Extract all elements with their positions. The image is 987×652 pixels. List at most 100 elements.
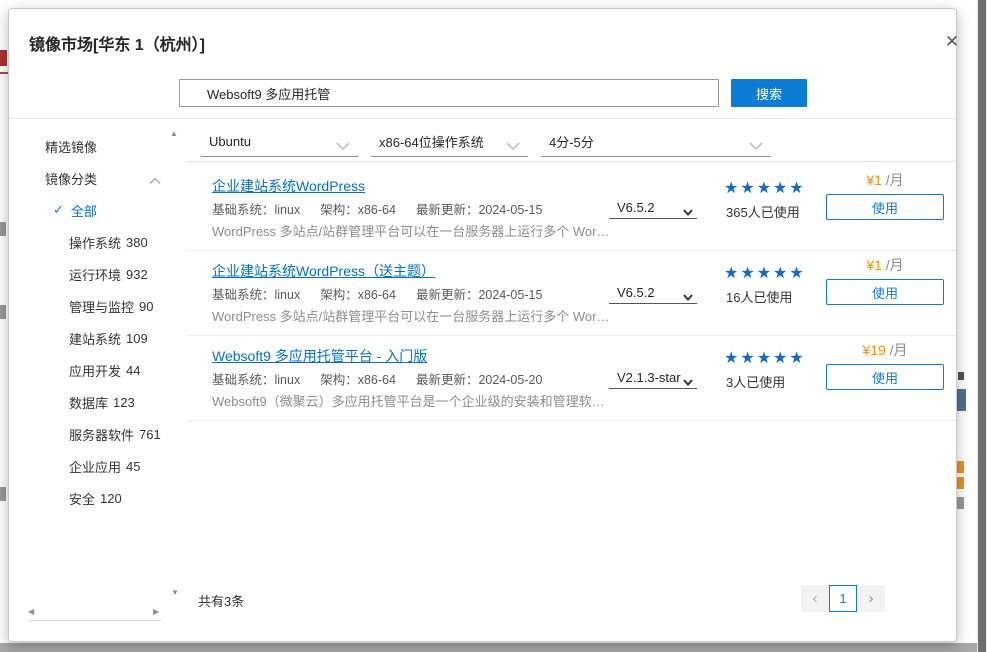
category-count: 44 xyxy=(126,363,140,378)
users-count: 16人已使用 xyxy=(726,287,792,306)
version-value: V6.5.2 xyxy=(617,285,655,300)
arch-filter-value: x86-64位操作系统 xyxy=(379,132,484,151)
price-amount: ¥1 xyxy=(866,172,882,188)
result-title-link[interactable]: 企业建站系统WordPress xyxy=(212,176,365,196)
category-label: 服务器软件 xyxy=(69,425,134,444)
scroll-up-icon[interactable]: ▲ xyxy=(170,130,178,138)
total-count-label: 共有3条 xyxy=(198,591,244,610)
sidebar-all-label: 全部 xyxy=(71,201,97,220)
category-count: 45 xyxy=(126,459,140,474)
chevron-down-icon xyxy=(683,289,693,304)
chevron-up-icon xyxy=(149,173,161,188)
background-page-fragment xyxy=(957,497,964,509)
category-label: 运行环境 xyxy=(69,265,121,284)
search-button[interactable]: 搜索 xyxy=(731,79,807,107)
category-label: 企业应用 xyxy=(69,457,121,476)
arch-filter-select[interactable]: x86-64位操作系统 xyxy=(371,126,528,157)
background-page-fragment xyxy=(0,305,6,319)
result-meta: 基础系统：linux架构：x86-64最新更新：2024-05-15 xyxy=(212,284,562,303)
users-count: 365人已使用 xyxy=(726,202,800,221)
meta-updated: 最新更新：2024-05-20 xyxy=(416,373,542,387)
close-icon[interactable]: ✕ xyxy=(941,31,963,53)
header-divider xyxy=(9,118,956,119)
sidebar-item-os[interactable]: 操作系统 380 xyxy=(29,226,167,258)
version-value: V6.5.2 xyxy=(617,200,655,215)
meta-architecture: 架构：x86-64 xyxy=(320,203,396,217)
use-button[interactable]: 使用 xyxy=(826,364,944,390)
sidebar-item-featured[interactable]: 精选镜像 xyxy=(29,130,167,162)
chevron-down-icon xyxy=(749,138,763,153)
background-page-fragment xyxy=(0,487,6,501)
prev-page-icon[interactable]: ‹ xyxy=(801,585,829,612)
next-page-icon[interactable]: › xyxy=(857,585,885,612)
result-description: WordPress 多站点/站群管理平台可以在一台服务器上运行多个 Wor… xyxy=(212,221,609,240)
meta-base-system: 基础系统：linux xyxy=(212,288,300,302)
search-input[interactable] xyxy=(179,79,719,107)
category-count: 109 xyxy=(126,331,148,346)
os-filter-select[interactable]: Ubuntu xyxy=(201,126,358,157)
chevron-down-icon xyxy=(683,374,693,389)
page-bottom-edge xyxy=(0,643,987,652)
version-select[interactable]: V6.5.2 xyxy=(609,196,697,219)
background-page-fragment xyxy=(957,389,966,411)
sidebar-item-appdev[interactable]: 应用开发 44 xyxy=(29,354,167,386)
scroll-down-icon[interactable]: ▼ xyxy=(171,589,179,597)
rating-filter-value: 4分-5分 xyxy=(549,132,594,151)
use-button[interactable]: 使用 xyxy=(826,279,944,305)
version-select[interactable]: V2.1.3-star xyxy=(609,366,697,389)
chevron-down-icon xyxy=(683,204,693,219)
sidebar-item-category-group[interactable]: 镜像分类 xyxy=(29,162,167,194)
category-label: 应用开发 xyxy=(69,361,121,380)
sidebar-item-all[interactable]: ✓ 全部 xyxy=(29,194,167,226)
sidebar-item-security[interactable]: 安全 120 xyxy=(29,482,167,514)
os-filter-value: Ubuntu xyxy=(209,134,251,149)
result-description: WordPress 多站点/站群管理平台可以在一台服务器上运行多个 Wor… xyxy=(212,306,609,325)
result-meta: 基础系统：linux 架构：x86-64 最新更新：2024-05-15 xyxy=(212,199,562,218)
category-count: 380 xyxy=(126,235,148,250)
background-page-fragment xyxy=(0,50,7,66)
background-page-fragment xyxy=(958,372,964,380)
result-description: Websoft9（微聚云）多应用托管平台是一个企业级的安装和管理软… xyxy=(212,391,605,410)
scroll-left-icon[interactable]: ◀ xyxy=(28,608,34,616)
browser-scrollbar-thumb[interactable] xyxy=(978,0,986,652)
current-page-button[interactable]: 1 xyxy=(829,585,857,612)
sidebar-item-server-software[interactable]: 服务器软件 761 xyxy=(29,418,167,450)
scroll-right-icon[interactable]: ▶ xyxy=(153,608,159,616)
meta-base-system: 基础系统：linux xyxy=(212,203,300,217)
sidebar-item-enterprise[interactable]: 企业应用 45 xyxy=(29,450,167,482)
price-amount: ¥19 xyxy=(862,342,885,358)
chevron-down-icon xyxy=(336,138,350,153)
category-count: 90 xyxy=(139,299,153,314)
price-unit: /月 xyxy=(886,257,904,273)
result-title-link[interactable]: Websoft9 多应用托管平台 - 入门版 xyxy=(212,346,427,366)
result-title-link[interactable]: 企业建站系统WordPress（送主题） xyxy=(212,261,435,281)
background-page-fragment xyxy=(0,72,8,74)
dialog-title: 镜像市场[华东 1（杭州）] xyxy=(29,31,205,55)
meta-base-system: 基础系统：linux xyxy=(212,373,300,387)
category-count: 123 xyxy=(113,395,135,410)
sidebar-item-database[interactable]: 数据库 123 xyxy=(29,386,167,418)
result-meta: 基础系统：linux架构：x86-64最新更新：2024-05-20 xyxy=(212,369,562,388)
browser-scrollbar[interactable] xyxy=(977,0,987,652)
horizontal-scrollbar-track[interactable] xyxy=(28,620,161,621)
users-count: 3人已使用 xyxy=(726,372,785,391)
background-page-fragment xyxy=(0,222,6,236)
price: ¥1 /月 xyxy=(826,255,944,275)
category-count: 120 xyxy=(100,491,122,506)
category-label: 数据库 xyxy=(69,393,108,412)
sidebar-item-monitoring[interactable]: 管理与监控 90 xyxy=(29,290,167,322)
meta-updated: 最新更新：2024-05-15 xyxy=(416,203,542,217)
meta-updated: 最新更新：2024-05-15 xyxy=(416,288,542,302)
category-label: 建站系统 xyxy=(69,329,121,348)
price: ¥1 /月 xyxy=(826,170,944,190)
use-button[interactable]: 使用 xyxy=(826,194,944,220)
rating-filter-select[interactable]: 4分-5分 xyxy=(541,126,771,157)
version-value: V2.1.3-star xyxy=(617,370,681,385)
background-page-fragment xyxy=(957,461,964,473)
version-select[interactable]: V6.5.2 xyxy=(609,281,697,304)
sidebar-item-website[interactable]: 建站系统 109 xyxy=(29,322,167,354)
result-row: 企业建站系统WordPress（送主题） 基础系统：linux架构：x86-64… xyxy=(186,251,956,336)
category-count: 761 xyxy=(139,427,161,442)
result-row: 企业建站系统WordPress 基础系统：linux 架构：x86-64 最新更新：… xyxy=(186,166,956,251)
sidebar-item-runtime[interactable]: 运行环境 932 xyxy=(29,258,167,290)
